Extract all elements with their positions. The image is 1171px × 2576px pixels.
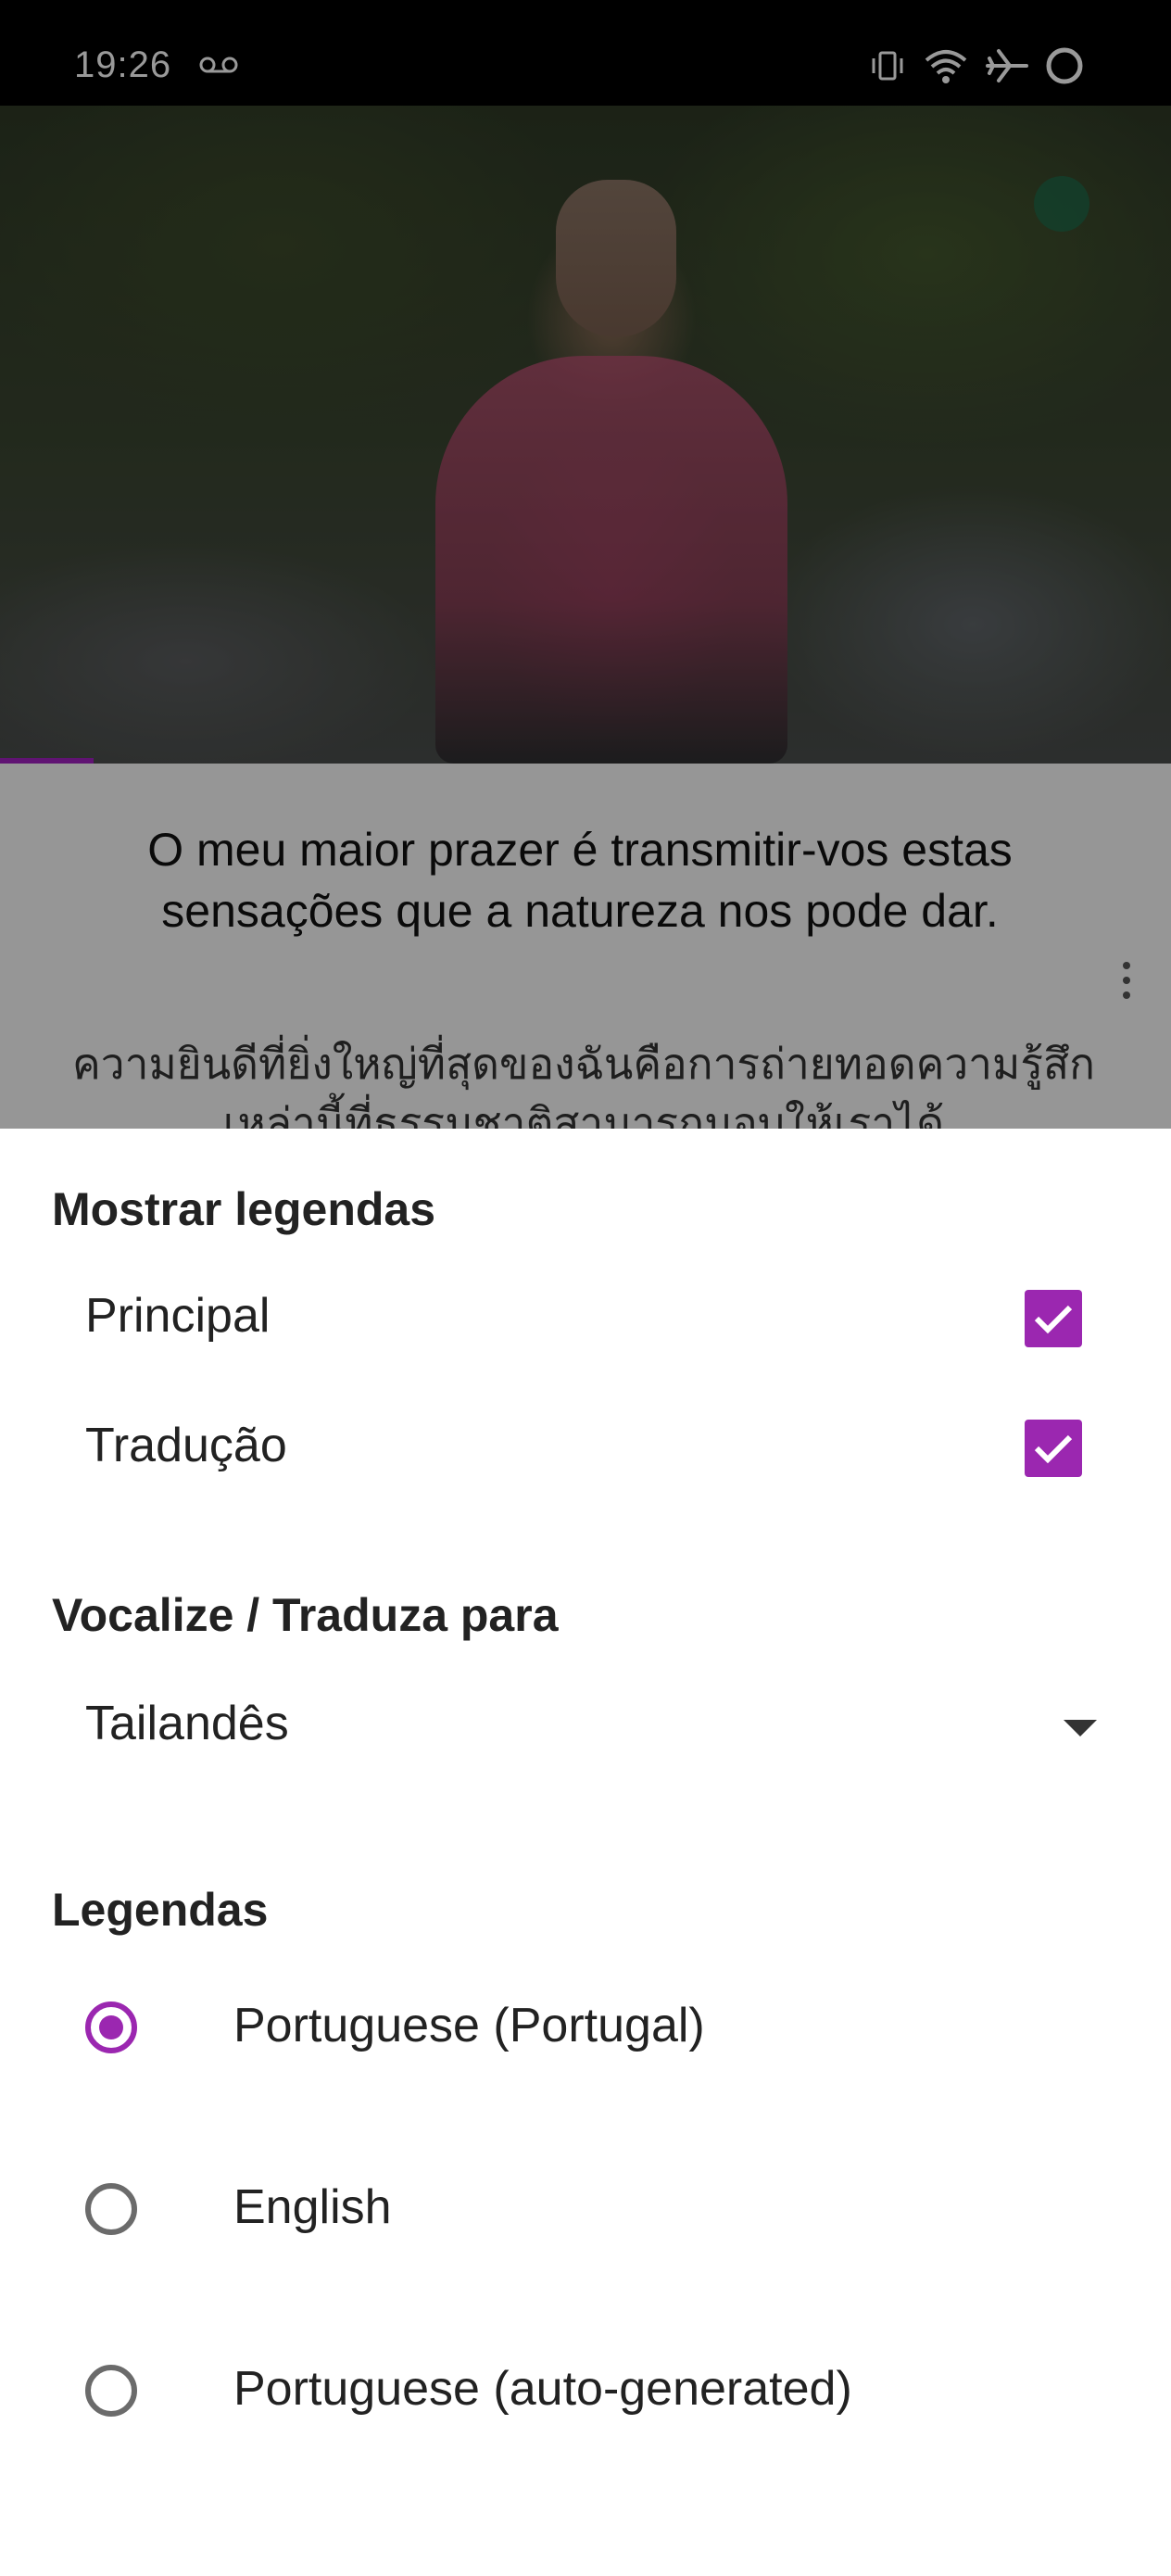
dropdown-arrow-icon (1064, 1720, 1097, 1736)
subtitle-option-label: English (233, 2180, 392, 2234)
check-icon (1034, 1305, 1073, 1334)
translate-title: Vocalize / Traduza para (52, 1589, 559, 1641)
principal-checkbox[interactable] (1025, 1290, 1082, 1347)
subtitle-option-portuguese-auto[interactable]: Portuguese (auto-generated) (0, 2326, 1171, 2465)
subtitle-option-portuguese-portugal[interactable]: Portuguese (Portugal) (0, 1963, 1171, 2102)
traducao-checkbox[interactable] (1025, 1420, 1082, 1477)
option-traducao-label: Tradução (85, 1419, 287, 1472)
radio-unselected-icon[interactable] (85, 2183, 137, 2235)
radio-unselected-icon[interactable] (85, 2365, 137, 2417)
subtitles-title: Legendas (52, 1884, 269, 1936)
language-dropdown[interactable]: Tailandês (0, 1673, 1171, 1785)
check-icon (1034, 1434, 1073, 1464)
subtitle-option-label: Portuguese (auto-generated) (233, 2362, 852, 2416)
language-dropdown-value: Tailandês (85, 1697, 289, 1750)
modal-scrim[interactable] (0, 0, 1171, 1129)
option-principal-label: Principal (85, 1289, 271, 1343)
show-subtitles-title: Mostrar legendas (52, 1183, 436, 1235)
subtitle-settings-sheet: Mostrar legendas Principal Tradução Voca… (0, 1129, 1171, 2576)
radio-selected-icon[interactable] (85, 2001, 137, 2053)
subtitle-option-label: Portuguese (Portugal) (233, 1999, 705, 2052)
subtitle-option-english[interactable]: English (0, 2144, 1171, 2283)
